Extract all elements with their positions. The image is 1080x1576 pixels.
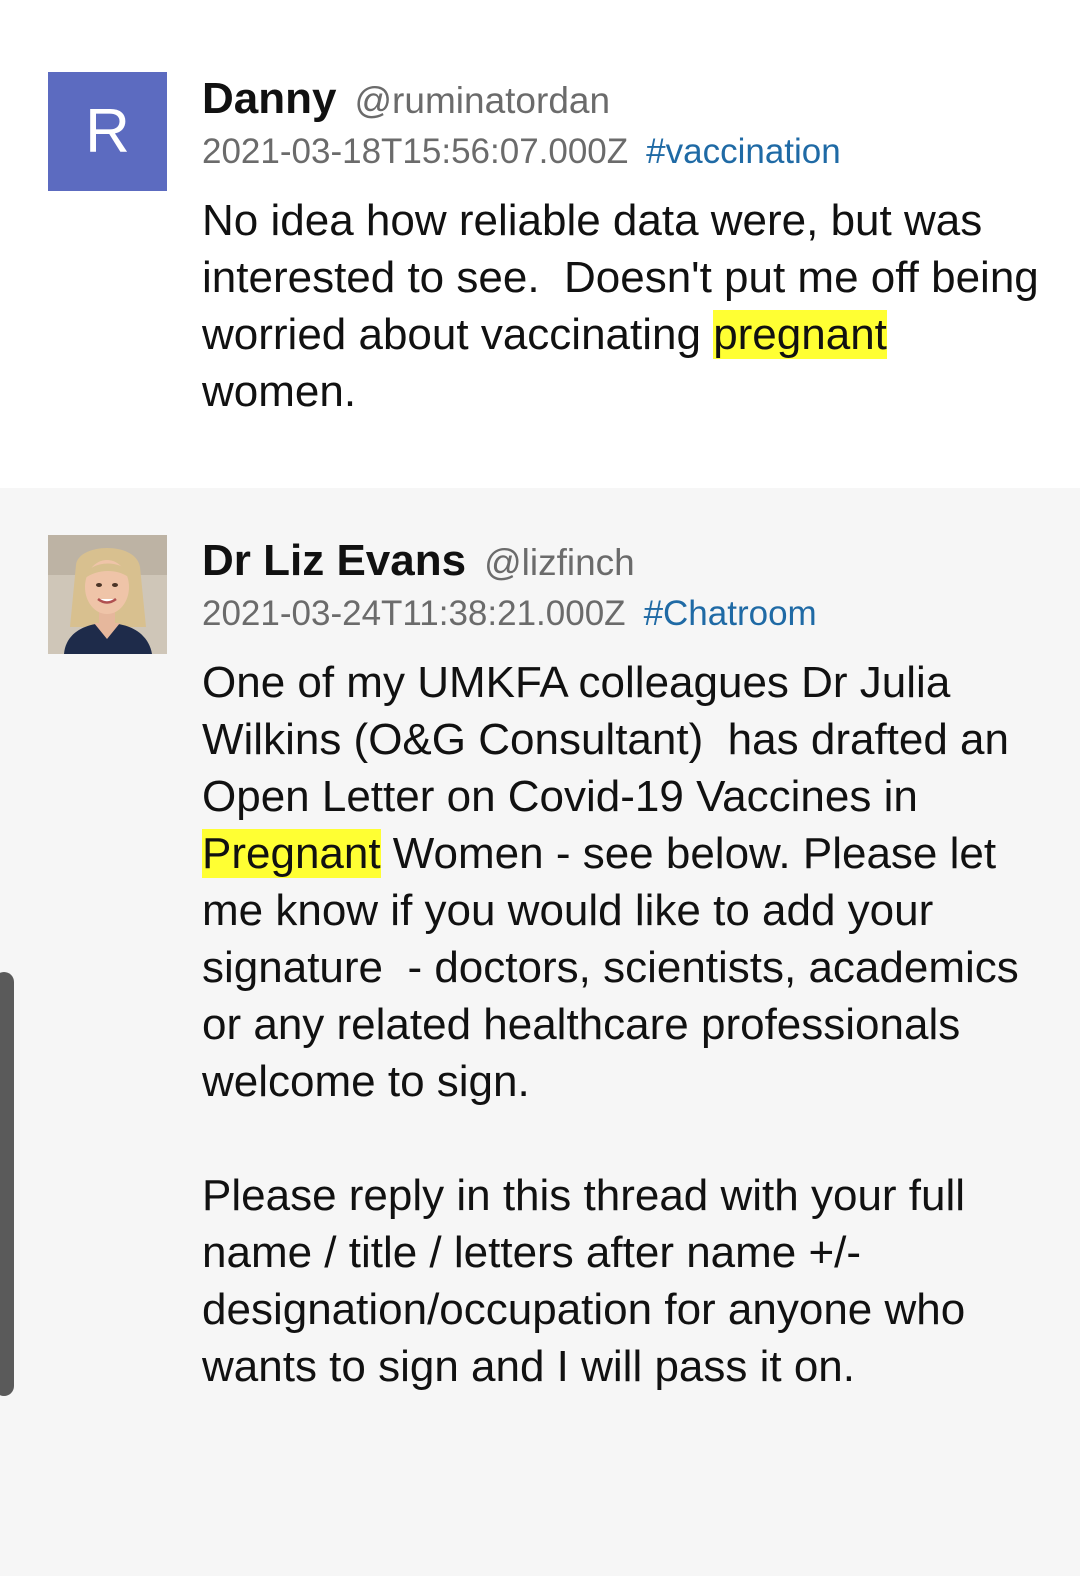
- channel-hashtag[interactable]: #vaccination: [646, 132, 841, 172]
- message-content: Dr Liz Evans @lizfinch 2021-03-24T11:38:…: [202, 536, 1040, 1395]
- scrollbar-thumb[interactable]: [0, 972, 14, 1396]
- search-highlight: Pregnant: [202, 829, 381, 878]
- avatar-initial: R: [85, 97, 130, 166]
- user-avatar[interactable]: [48, 535, 167, 654]
- user-avatar[interactable]: R: [48, 72, 167, 191]
- message-timestamp: 2021-03-24T11:38:21.000Z: [202, 594, 626, 633]
- author-handle[interactable]: @ruminatordan: [354, 80, 610, 122]
- author-handle[interactable]: @lizfinch: [484, 542, 635, 584]
- message-content: Danny @ruminatordan 2021-03-18T15:56:07.…: [202, 74, 1040, 420]
- author-name[interactable]: Danny: [202, 74, 336, 124]
- message-header: Dr Liz Evans @lizfinch: [202, 536, 1040, 594]
- message-item[interactable]: R Danny @ruminatordan 2021-03-18T15:56:0…: [0, 0, 1080, 488]
- message-paragraph: Please reply in this thread with your fu…: [202, 1171, 978, 1391]
- message-item[interactable]: Dr Liz Evans @lizfinch 2021-03-24T11:38:…: [0, 488, 1080, 1576]
- message-meta: 2021-03-18T15:56:07.000Z #vaccination: [202, 132, 1040, 192]
- message-header: Danny @ruminatordan: [202, 74, 1040, 132]
- message-text-part: No idea how reliable data were, but was …: [202, 196, 1052, 359]
- author-name[interactable]: Dr Liz Evans: [202, 536, 466, 586]
- profile-photo-icon: [48, 535, 167, 654]
- message-text: One of my UMKFA colleagues Dr Julia Wilk…: [202, 654, 1040, 1395]
- search-highlight: pregnant: [713, 310, 887, 359]
- message-text-part: One of my UMKFA colleagues Dr Julia Wilk…: [202, 658, 1022, 821]
- message-text: No idea how reliable data were, but was …: [202, 192, 1040, 420]
- message-meta: 2021-03-24T11:38:21.000Z #Chatroom: [202, 594, 1040, 654]
- channel-hashtag[interactable]: #Chatroom: [644, 594, 817, 634]
- message-timestamp: 2021-03-18T15:56:07.000Z: [202, 132, 629, 171]
